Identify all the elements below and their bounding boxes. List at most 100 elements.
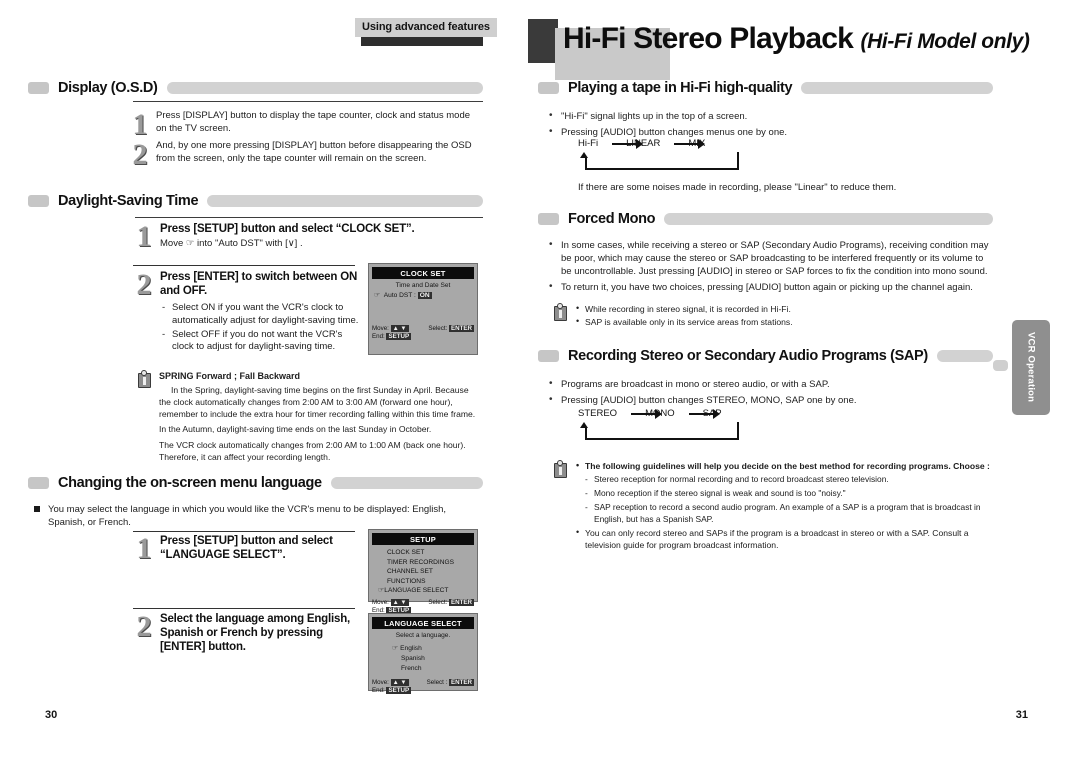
list-item: Mono reception if the stereo signal is w… <box>585 488 1000 500</box>
step-text: Press [DISPLAY] button to display the ta… <box>156 110 471 134</box>
page-left: Using advanced features Display (O.S.D) … <box>0 0 510 763</box>
osd-menu-item-selected[interactable]: LANGUAGE SELECT <box>372 586 474 596</box>
section-bullet-icon <box>538 350 559 362</box>
osd-item-auto-dst: Auto DST : ON <box>372 291 474 299</box>
section-bar <box>936 350 993 362</box>
note-sublist: Stereo reception for normal recording an… <box>585 474 1000 525</box>
osd-menu-list: English Spanish French <box>372 644 474 673</box>
section-bullet-icon <box>538 82 559 94</box>
osd-item-label: Auto DST : <box>383 292 416 299</box>
osd-footer: Move: ▲ ▼ Select : ENTER <box>372 679 474 687</box>
step-heading: Press [ENTER] to switch between ON and O… <box>160 271 358 298</box>
page-number-left: 30 <box>45 709 58 721</box>
step-subtext: Move ☞ into "Auto DST" with [∨] . <box>160 238 303 250</box>
list-item: While recording in stereo signal, it is … <box>575 302 980 315</box>
step-text: And, by one more pressing [DISPLAY] butt… <box>156 140 472 164</box>
osd-subtitle: Time and Date Set <box>395 282 451 289</box>
step-number: 2 <box>136 610 152 643</box>
side-tab-bullet-icon <box>993 360 1008 371</box>
osd-select-hint: Select: ENTER <box>428 325 474 332</box>
section-bar <box>330 477 483 489</box>
chapter-title-main: Hi-Fi Stereo Playback <box>563 22 854 55</box>
osd-footer: Move: ▲ ▼ Select: ENTER <box>372 325 474 332</box>
osd-menu-item[interactable]: TIMER RECORDINGS <box>372 558 474 568</box>
note-forced-mono: While recording in stereo signal, it is … <box>553 302 983 329</box>
step-dash-list: Select ON if you want the VCR's clock to… <box>160 302 361 354</box>
manual-spread: Using advanced features Display (O.S.D) … <box>0 0 1080 763</box>
osd-select-hint: Select: ENTER <box>428 599 474 607</box>
side-tab-label: VCR Operation <box>1025 332 1037 403</box>
section-bar <box>664 213 993 225</box>
list-item: Programs are broadcast in mono or stereo… <box>546 377 996 391</box>
step-heading: Press [SETUP] button and select “LANGUAG… <box>160 535 333 562</box>
osd-move-label: Move: <box>372 679 389 687</box>
osd-move-hint: Move: ▲ ▼ <box>372 325 409 332</box>
side-tab-vcr-operation[interactable]: VCR Operation <box>1012 320 1050 415</box>
osd-menu-list: CLOCK SET TIMER RECORDINGS CHANNEL SET F… <box>372 548 474 596</box>
osd-move-keys: ▲ ▼ <box>390 679 409 687</box>
flow-node: STEREO <box>578 408 618 419</box>
list-item: SAP is available only in its service are… <box>575 315 980 328</box>
osd-move-hint: Move: ▲ ▼ <box>372 599 409 607</box>
osd-language-select: LANGUAGE SELECT Select a language. Engli… <box>368 613 478 695</box>
section-bullet-icon <box>28 195 49 207</box>
step-dst-1: 1 Press [SETUP] button and select “CLOCK… <box>132 222 462 252</box>
osd-move-hint: Move: ▲ ▼ <box>372 679 409 687</box>
audio-mode-flow-hifi: Hi-Fi LINEAR MIX <box>578 138 739 171</box>
list-item: SAP reception to record a second audio p… <box>585 502 1000 526</box>
osd-select-key: ENTER <box>449 599 474 607</box>
osd-language-item[interactable]: French <box>372 664 474 674</box>
osd-end-label: End: <box>372 333 385 340</box>
section-title: Forced Mono <box>568 211 656 227</box>
step-number: 1 <box>132 108 148 141</box>
osd-end-key: SETUP <box>386 333 412 340</box>
osd-language-label: English <box>400 645 422 652</box>
section-title: Playing a tape in Hi-Fi high-quality <box>568 80 793 96</box>
osd-move-label: Move: <box>372 325 389 332</box>
osd-title-bar: LANGUAGE SELECT <box>372 617 474 629</box>
section-title: Daylight-Saving Time <box>58 193 199 209</box>
flow-row: STEREO MONO SAP <box>578 408 722 419</box>
section-bullet-icon <box>28 477 49 489</box>
hifi-footnote: If there are some noises made in recordi… <box>578 182 897 193</box>
osd-select-label: Select : <box>426 679 448 687</box>
osd-language-item[interactable]: Spanish <box>372 654 474 664</box>
note-lead: The following guidelines will help you d… <box>575 459 1000 472</box>
section-title: Changing the on-screen menu language <box>58 475 322 491</box>
list-item: Pressing [AUDIO] button changes STEREO, … <box>546 393 996 407</box>
section-heading-menu-language: Changing the on-screen menu language <box>28 475 483 491</box>
osd-select-label: Select: <box>428 325 448 332</box>
step-heading: Select the language among English, Spani… <box>160 613 351 654</box>
step-divider <box>133 531 355 532</box>
info-person-icon <box>553 460 569 479</box>
step-divider <box>133 608 355 609</box>
section-heading-daylight-saving: Daylight-Saving Time <box>28 193 483 209</box>
audio-mode-flow-sap: STEREO MONO SAP <box>578 408 739 441</box>
list-item: Stereo reception for normal recording an… <box>585 474 1000 486</box>
section-rule <box>133 101 483 102</box>
section-bar <box>166 82 483 94</box>
page-right: Hi-Fi Stereo Playback (Hi-Fi Model only)… <box>510 0 1080 763</box>
chapter-title-block: Hi-Fi Stereo Playback (Hi-Fi Model only) <box>528 14 1030 80</box>
osd-menu-item[interactable]: FUNCTIONS <box>372 577 474 587</box>
flow-row: Hi-Fi LINEAR MIX <box>578 138 706 149</box>
step-number: 1 <box>136 532 152 565</box>
note-list-tail: You can only record stereo and SAPs if t… <box>575 526 1000 551</box>
page-number-right: 31 <box>1015 709 1028 721</box>
osd-menu-item[interactable]: CHANNEL SET <box>372 567 474 577</box>
info-person-icon <box>137 370 153 389</box>
list-item: Select OFF if you do not want the VCR's … <box>160 329 361 355</box>
forced-mono-bullet-list: In some cases, while receiving a stereo … <box>546 238 996 297</box>
note-paragraph: The VCR clock automatically changes from… <box>159 439 466 462</box>
osd-menu-item[interactable]: CLOCK SET <box>372 548 474 558</box>
osd-move-label: Move: <box>372 599 389 607</box>
info-person-icon <box>553 303 569 322</box>
osd-title-bar: SETUP <box>372 533 474 545</box>
osd-select-key: ENTER <box>449 679 474 687</box>
osd-setup-menu: SETUP CLOCK SET TIMER RECORDINGS CHANNEL… <box>368 529 478 615</box>
osd-select-label: Select: <box>428 599 448 607</box>
osd-language-item-selected[interactable]: English <box>372 644 474 654</box>
osd-select-hint: Select : ENTER <box>426 679 474 687</box>
osd-end-label: End: <box>372 687 385 695</box>
osd-subtitle: Select a language. <box>395 632 451 639</box>
